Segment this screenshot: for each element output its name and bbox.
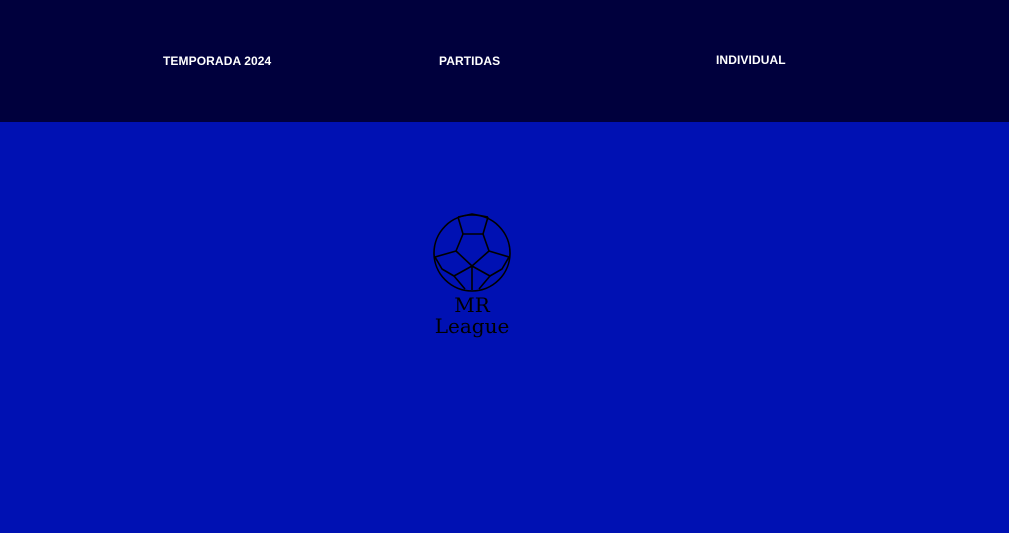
nav-link-individual[interactable]: INDIVIDUAL xyxy=(716,53,786,67)
logo-text-league: League xyxy=(434,314,510,338)
soccer-ball-icon xyxy=(433,213,511,292)
mr-league-logo: MR League xyxy=(428,210,516,345)
top-navigation-bar: TEMPORADA 2024 PARTIDAS INDIVIDUAL xyxy=(0,0,1009,122)
nav-link-temporada-2024[interactable]: TEMPORADA 2024 xyxy=(163,54,271,68)
nav-link-partidas[interactable]: PARTIDAS xyxy=(439,54,500,68)
logo-text-mr: MR xyxy=(454,293,490,317)
